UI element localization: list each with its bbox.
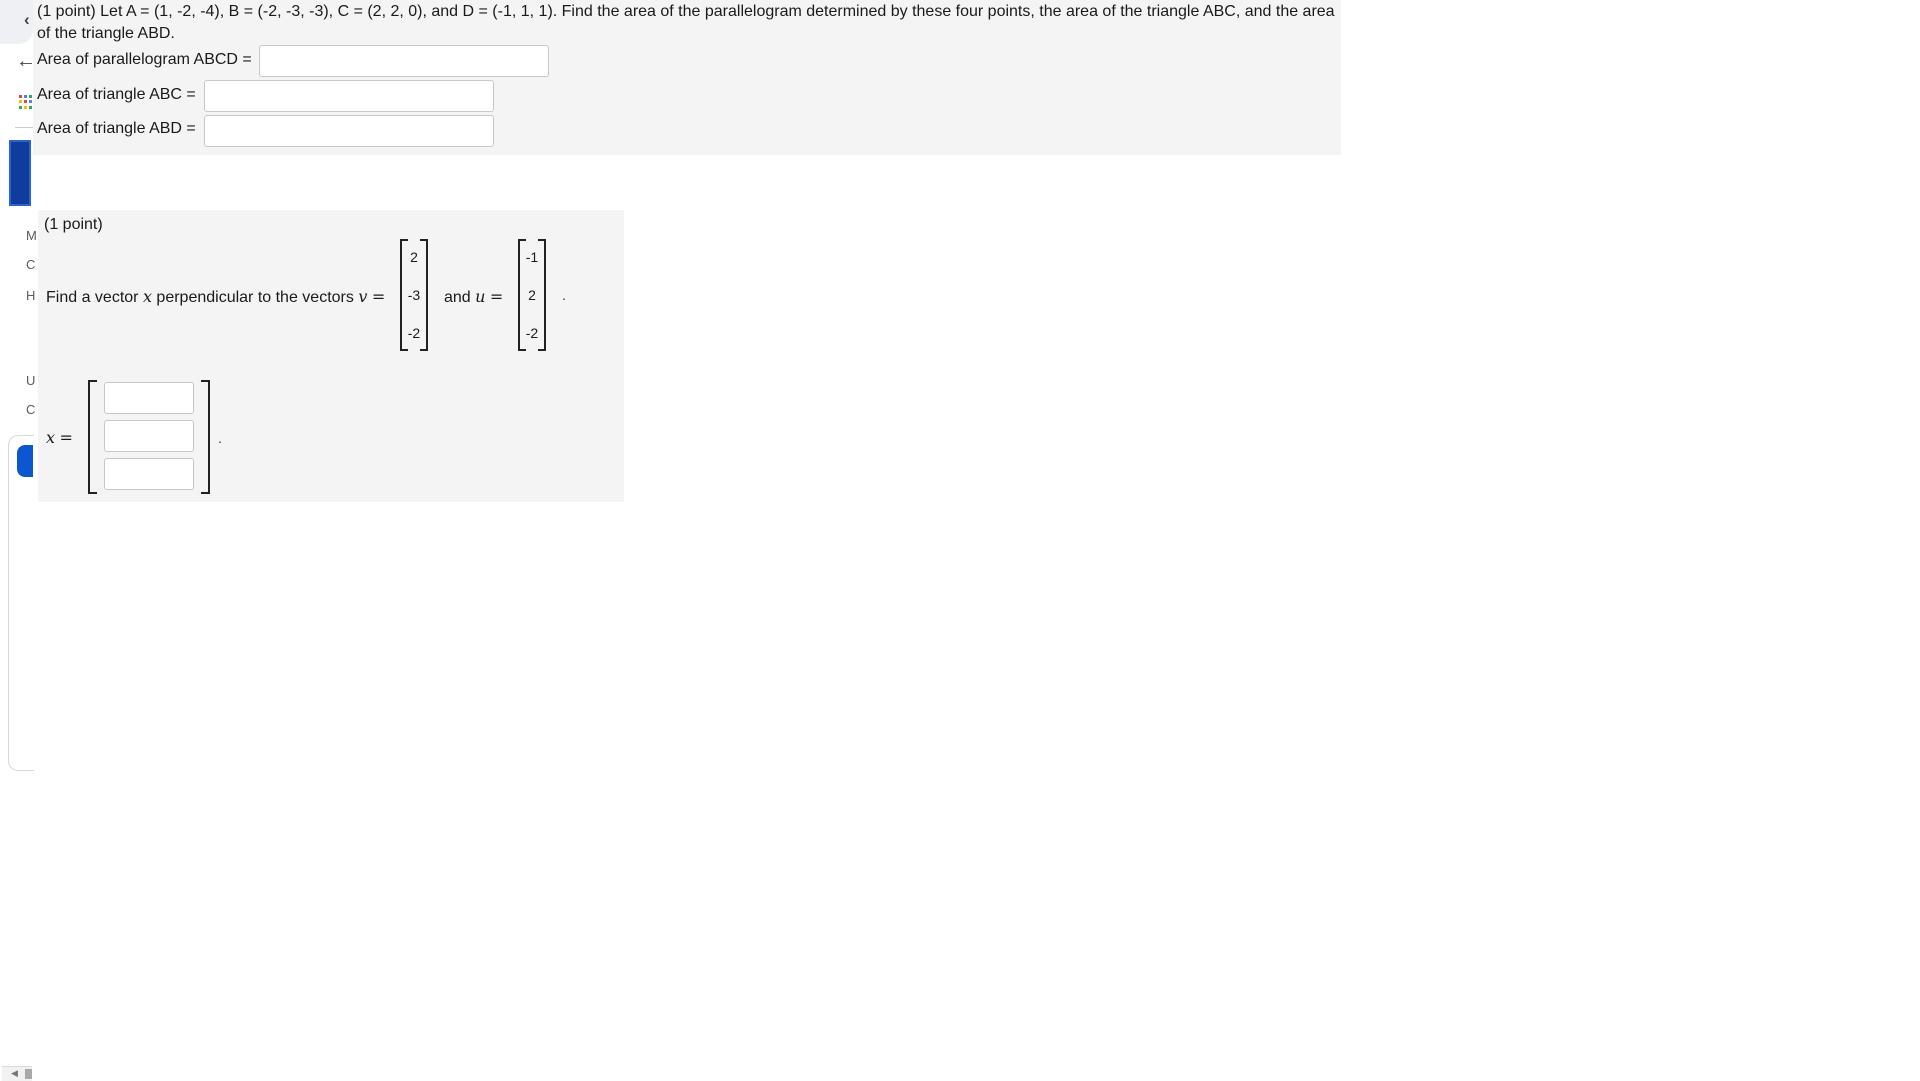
triangle-abd-area-input[interactable] bbox=[204, 115, 494, 147]
var-v: v bbox=[358, 287, 368, 306]
equals-sign: = bbox=[371, 287, 386, 306]
vector-u-entry-2: 2 bbox=[528, 287, 536, 303]
triangle-abc-area-input[interactable] bbox=[204, 80, 494, 112]
sidebar-letter-c: C bbox=[26, 257, 36, 272]
answer-period: . bbox=[218, 430, 222, 446]
collapsed-tab[interactable]: ‹ bbox=[0, 0, 33, 44]
horizontal-scrollbar[interactable]: ◀ bbox=[2, 1066, 32, 1081]
vector-u: -1 2 -2 bbox=[518, 239, 546, 351]
apps-grid-icon[interactable] bbox=[19, 95, 32, 109]
statement-prefix: Find a vector bbox=[46, 289, 139, 306]
side-panel-button[interactable] bbox=[17, 445, 33, 477]
triangle-abc-label: Area of triangle ABC = bbox=[37, 86, 196, 103]
divider bbox=[15, 127, 35, 128]
and-text: and bbox=[444, 289, 471, 306]
answer-label: x = bbox=[46, 428, 73, 448]
problem-2-statement: Find a vector x perpendicular to the vec… bbox=[46, 287, 385, 307]
triangle-abd-label: Area of triangle ABD = bbox=[37, 120, 196, 137]
statement-mid: perpendicular to the vectors bbox=[156, 289, 354, 306]
scroll-left-icon[interactable]: ◀ bbox=[11, 1068, 18, 1079]
answer-equals: = bbox=[59, 428, 73, 447]
left-sidebar: ‹ ← M C H U C ◀ bbox=[0, 0, 37, 1081]
sidebar-letter-m: M bbox=[26, 228, 37, 243]
problem-1-statement: (1 point) Let A = (1, -2, -4), B = (-2, … bbox=[37, 3, 1335, 42]
parallelogram-label: Area of parallelogram ABCD = bbox=[37, 51, 252, 68]
var-u: u bbox=[475, 287, 486, 306]
equals-sign-u: = bbox=[489, 287, 504, 306]
vector-u-entry-1: -1 bbox=[525, 249, 539, 265]
sidebar-letter-h: H bbox=[26, 288, 36, 303]
side-panel bbox=[8, 435, 34, 771]
answer-x-3-input[interactable] bbox=[104, 458, 194, 490]
vector-v-entry-3: -2 bbox=[407, 325, 421, 341]
problem-2-points: (1 point) bbox=[44, 216, 103, 233]
problem-2: (1 point) Find a vector x perpendicular … bbox=[38, 210, 624, 502]
var-x: x bbox=[142, 287, 152, 306]
vector-v-entry-1: 2 bbox=[410, 249, 418, 265]
vector-v-entry-2: -3 bbox=[407, 287, 421, 303]
answer-x-1-input[interactable] bbox=[104, 382, 194, 414]
vector-v: 2 -3 -2 bbox=[400, 239, 428, 351]
sidebar-letter-u: U bbox=[26, 373, 36, 388]
vector-u-entry-3: -2 bbox=[525, 325, 539, 341]
selected-block[interactable] bbox=[9, 140, 31, 206]
answer-vector bbox=[88, 380, 210, 494]
parallelogram-area-input[interactable] bbox=[259, 45, 549, 77]
sidebar-letter-c2: C bbox=[26, 402, 36, 417]
problem-1: (1 point) Let A = (1, -2, -4), B = (-2, … bbox=[33, 0, 1341, 155]
period: . bbox=[562, 287, 566, 303]
answer-x-2-input[interactable] bbox=[104, 420, 194, 452]
answer-var-x: x bbox=[46, 428, 56, 447]
and-u-text: and u = bbox=[444, 287, 503, 307]
chevron-left-icon[interactable]: ‹ bbox=[24, 10, 30, 30]
scroll-thumb[interactable] bbox=[25, 1069, 32, 1079]
